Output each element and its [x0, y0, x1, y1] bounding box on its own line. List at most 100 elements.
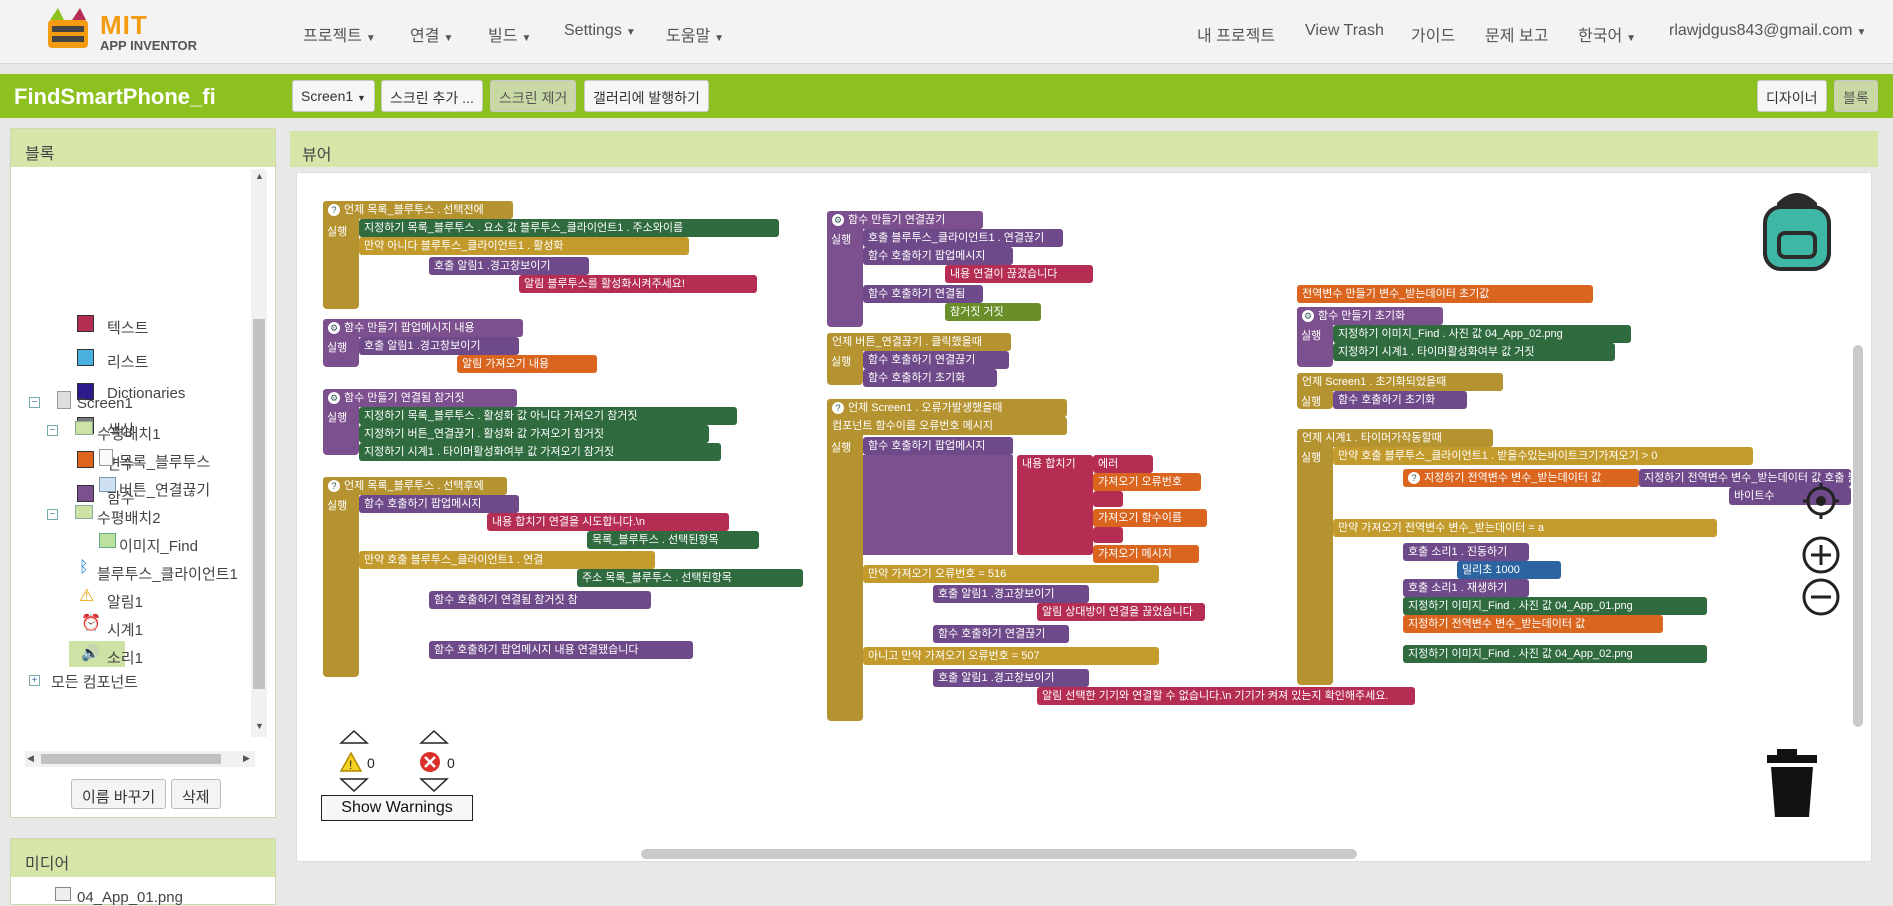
- call-block[interactable]: 호출 블루투스_클라이언트1 . 연결끊기: [863, 229, 1063, 247]
- procedure-block-connected[interactable]: ⚙ 함수 만들기 연결됨 참거짓: [323, 389, 517, 407]
- event-block-screen-error[interactable]: ? 언제 Screen1 . 오류가발생했을때: [827, 399, 1067, 417]
- menu-connect[interactable]: 연결 ▼: [410, 22, 453, 46]
- text-block[interactable]: 내용 연결이 끊겼습니다: [945, 265, 1093, 283]
- if-block[interactable]: 만약 호출 블루투스_클라이언트1 . 받을수있는바이트크기가져오기 > 0: [1333, 447, 1753, 465]
- get-block[interactable]: 가져오기 메시지: [1093, 545, 1199, 563]
- call-block[interactable]: 함수 호출하기 팝업메시지: [863, 437, 1013, 455]
- link-guide[interactable]: 가이드: [1411, 22, 1455, 46]
- set-block[interactable]: 지정하기 버튼_연결끊기 . 활성화 값 가져오기 참거짓: [359, 425, 709, 443]
- link-my-projects[interactable]: 내 프로젝트: [1197, 22, 1275, 46]
- scroll-right-icon[interactable]: ▶: [243, 753, 250, 764]
- delete-button[interactable]: 삭제: [171, 779, 221, 809]
- event-block-button-click[interactable]: 언제 버튼_연결끊기 . 클릭했을때: [827, 333, 1011, 351]
- event-block-frame[interactable]: [1297, 429, 1333, 685]
- tree-item-image-find[interactable]: 이미지_Find: [119, 535, 198, 556]
- scrollbar-thumb[interactable]: [41, 754, 221, 764]
- call-block[interactable]: 함수 호출하기 팝업메시지: [863, 247, 1013, 265]
- if-block[interactable]: 만약 가져오기 오류번호 = 516: [863, 565, 1159, 583]
- workspace-vertical-scrollbar[interactable]: [1853, 345, 1863, 727]
- warnings-prev-icon[interactable]: [339, 729, 369, 745]
- menu-help[interactable]: 도움말 ▼: [666, 22, 724, 46]
- add-screen-button[interactable]: 스크린 추가 ...: [381, 80, 483, 112]
- call-block[interactable]: 호출 알림1 .경고창보이기: [429, 257, 589, 275]
- procedure-block-popup[interactable]: ⚙ 함수 만들기 팝업메시지 내용: [323, 319, 523, 337]
- set-block[interactable]: 지정하기 이미지_Find . 사진 값 04_App_02.png: [1333, 325, 1631, 343]
- global-variable-block[interactable]: 전역변수 만들기 변수_받는데이터 초기값: [1297, 285, 1593, 303]
- call-block[interactable]: 함수 호출하기 초기화: [863, 369, 997, 387]
- event-block-clock-timer[interactable]: 언제 시계1 . 타이머가작동할때: [1297, 429, 1493, 447]
- set-block[interactable]: 지정하기 목록_블루투스 . 요소 값 블루투스_클라이언트1 . 주소와이름: [359, 219, 779, 237]
- scroll-down-icon[interactable]: ▼: [255, 721, 264, 731]
- scrollbar-thumb[interactable]: [253, 319, 265, 689]
- text-block[interactable]: 에러: [1093, 455, 1153, 473]
- alert-text-block[interactable]: 알림 블루투스를 활성화시켜주세요!: [519, 275, 757, 293]
- milliseconds-block[interactable]: 밀리초 1000: [1457, 561, 1561, 579]
- set-block[interactable]: 지정하기 목록_블루투스 . 활성화 값 아니다 가져오기 참거짓: [359, 407, 737, 425]
- join-block[interactable]: 내용 합치기 연결을 시도합니다.\n: [487, 513, 729, 531]
- app-inventor-logo[interactable]: MIT APP INVENTOR: [40, 6, 200, 58]
- procedure-block-disconnect[interactable]: ⚙ 함수 만들기 연결끊기: [827, 211, 983, 229]
- backpack-icon[interactable]: [1755, 183, 1839, 275]
- collapse-icon[interactable]: −: [47, 425, 58, 436]
- blocks-button[interactable]: 블록: [1834, 80, 1878, 112]
- procedure-block-init[interactable]: ⚙ 함수 만들기 초기화: [1297, 307, 1443, 325]
- call-block[interactable]: 함수 호출하기 팝업메시지 내용 연결됐습니다: [429, 641, 693, 659]
- tree-item-hbox2[interactable]: 수평배치2: [97, 507, 161, 528]
- set-global-block[interactable]: ? 지정하기 전역변수 변수_받는데이터 값: [1403, 469, 1639, 487]
- menu-account[interactable]: rlawjdgus843@gmail.com ▼: [1669, 22, 1866, 40]
- call-block[interactable]: 호출 알림1 .경고창보이기: [359, 337, 519, 355]
- set-block[interactable]: 지정하기 시계1 . 타이머활성화여부 값 거짓: [1333, 343, 1615, 361]
- trash-icon[interactable]: [1763, 749, 1823, 819]
- call-block[interactable]: 호출 알림1 .경고창보이기: [933, 669, 1089, 687]
- set-block[interactable]: 지정하기 이미지_Find . 사진 값 04_App_02.png: [1403, 645, 1707, 663]
- call-block[interactable]: 호출 알림1 .경고창보이기: [933, 585, 1089, 603]
- expand-icon[interactable]: +: [29, 675, 40, 686]
- tree-item-hbox1[interactable]: 수평배치1: [97, 423, 161, 444]
- designer-button[interactable]: 디자이너: [1757, 80, 1827, 112]
- tree-item-screen1[interactable]: Screen1: [77, 395, 133, 412]
- call-block[interactable]: 함수 호출하기 연결끊기: [933, 625, 1069, 643]
- errors-next-icon[interactable]: [419, 777, 449, 793]
- if-block[interactable]: 만약 가져오기 전역변수 변수_받는데이터 = a: [1333, 519, 1717, 537]
- call-block[interactable]: 함수 호출하기 연결끊기: [863, 351, 1009, 369]
- if-block[interactable]: 만약 호출 블루투스_클라이언트1 . 연결: [359, 551, 655, 569]
- if-block[interactable]: 만약 아니다 블루투스_클라이언트1 . 활성화: [359, 237, 689, 255]
- tree-item-sound[interactable]: 소리1: [107, 647, 143, 668]
- event-params[interactable]: 컴포넌트 함수이름 오류번호 메시지: [827, 417, 1067, 435]
- event-block-listpicker-before[interactable]: ? 언제 목록_블루투스 . 선택전에: [323, 201, 513, 219]
- tree-item-listpicker[interactable]: 목록_블루투스: [119, 451, 210, 472]
- workspace-horizontal-scrollbar[interactable]: [641, 849, 1357, 859]
- link-report[interactable]: 문제 보고: [1485, 22, 1548, 46]
- else-if-block[interactable]: 아니고 만약 가져오기 오류번호 = 507: [863, 647, 1159, 665]
- join-block[interactable]: 내용 합치기: [1017, 455, 1093, 555]
- call-block[interactable]: 함수 호출하기 연결됨 참거짓 참: [429, 591, 651, 609]
- tree-item-bluetooth-client[interactable]: 블루투스_클라이언트1: [97, 563, 238, 584]
- errors-prev-icon[interactable]: [419, 729, 449, 745]
- collapse-icon[interactable]: −: [47, 509, 58, 520]
- call-block[interactable]: 함수 호출하기 초기화: [1333, 391, 1467, 409]
- call-block[interactable]: 호출 소리1 . 재생하기: [1403, 579, 1529, 597]
- tree-vertical-scrollbar[interactable]: ▲ ▼: [251, 169, 267, 737]
- tree-item-clock[interactable]: 시계1: [107, 619, 143, 640]
- remove-screen-button[interactable]: 스크린 제거: [490, 80, 577, 112]
- link-view-trash[interactable]: View Trash: [1305, 22, 1384, 40]
- zoom-out-icon[interactable]: [1801, 577, 1841, 617]
- alert-text-block[interactable]: 알림 선택한 기기와 연결할 수 없습니다.\n 기기가 켜져 있는지 확인해주…: [1037, 687, 1415, 705]
- scroll-up-icon[interactable]: ▲: [255, 171, 264, 181]
- call-block[interactable]: 함수 호출하기 팝업메시지: [359, 495, 519, 513]
- recenter-icon[interactable]: [1801, 481, 1841, 521]
- scroll-left-icon[interactable]: ◀: [27, 753, 34, 764]
- address-block[interactable]: 주소 목록_블루투스 . 선택된항목: [577, 569, 803, 587]
- set-block[interactable]: 지정하기 시계1 . 타이머활성화여부 값 가져오기 참거짓: [359, 443, 721, 461]
- get-block[interactable]: 가져오기 오류번호: [1093, 473, 1201, 491]
- call-block[interactable]: 호출 소리1 . 진동하기: [1403, 543, 1529, 561]
- menu-language[interactable]: 한국어 ▼: [1578, 22, 1636, 46]
- show-warnings-button[interactable]: Show Warnings: [321, 795, 473, 821]
- blocks-workspace[interactable]: ? 언제 목록_블루투스 . 선택전에 실행 지정하기 목록_블루투스 . 요소 …: [296, 172, 1872, 862]
- menu-settings[interactable]: Settings ▼: [564, 22, 636, 40]
- text-block[interactable]: [1093, 527, 1123, 543]
- get-block[interactable]: 가져오기 함수이름: [1093, 509, 1207, 527]
- publish-gallery-button[interactable]: 갤러리에 발행하기: [584, 80, 709, 112]
- zoom-in-icon[interactable]: [1801, 535, 1841, 575]
- call-block[interactable]: 함수 호출하기 연결됨: [863, 285, 983, 303]
